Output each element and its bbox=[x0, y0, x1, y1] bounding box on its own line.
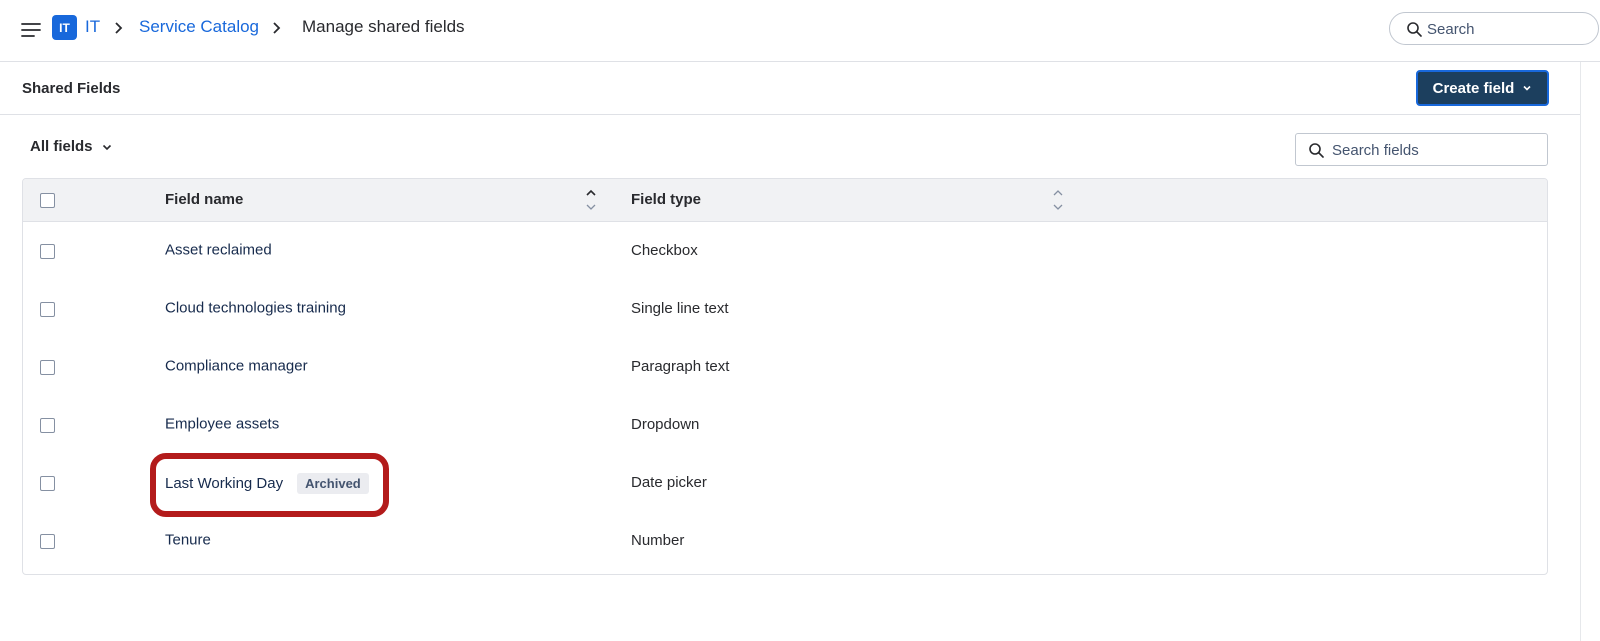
create-field-button[interactable]: Create field bbox=[1416, 70, 1549, 106]
field-name[interactable]: Last Working Day bbox=[165, 475, 283, 492]
column-header-field-type[interactable]: Field type bbox=[631, 191, 701, 208]
search-fields-input[interactable] bbox=[1332, 139, 1532, 161]
field-type-cell: Date picker bbox=[631, 474, 707, 491]
field-filter-dropdown[interactable]: All fields bbox=[30, 138, 113, 155]
table-header: Field name Field type bbox=[23, 179, 1547, 222]
scrollbar-track[interactable] bbox=[1580, 62, 1600, 641]
field-name[interactable]: Tenure bbox=[165, 532, 211, 549]
field-name-cell[interactable]: Compliance manager bbox=[165, 357, 308, 375]
field-name[interactable]: Compliance manager bbox=[165, 358, 308, 375]
field-filter-label: All fields bbox=[30, 138, 93, 155]
row-checkbox[interactable] bbox=[40, 302, 55, 317]
table-row[interactable]: Cloud technologies training Single line … bbox=[23, 280, 1547, 339]
search-fields[interactable] bbox=[1295, 133, 1548, 166]
top-navigation-bar: IT IT Service Catalog Manage shared fiel… bbox=[0, 0, 1600, 62]
field-type-cell: Single line text bbox=[631, 300, 729, 317]
chevron-right-icon bbox=[273, 22, 281, 34]
column-header-field-name[interactable]: Field name bbox=[165, 191, 243, 208]
sort-icon[interactable] bbox=[585, 187, 597, 213]
shared-fields-table: Field name Field type Asset reclaimed Ch… bbox=[22, 178, 1548, 575]
table-row[interactable]: Last Working Day Archived Date picker bbox=[23, 454, 1547, 513]
menu-icon[interactable] bbox=[20, 19, 42, 41]
breadcrumb-current-page: Manage shared fields bbox=[302, 17, 465, 36]
field-name-cell[interactable]: Employee assets bbox=[165, 415, 279, 433]
field-name[interactable]: Employee assets bbox=[165, 416, 279, 433]
field-type-cell: Paragraph text bbox=[631, 358, 730, 375]
field-type-cell: Checkbox bbox=[631, 242, 698, 259]
row-checkbox[interactable] bbox=[40, 534, 55, 549]
row-checkbox[interactable] bbox=[40, 418, 55, 433]
global-search[interactable] bbox=[1389, 12, 1599, 45]
row-checkbox[interactable] bbox=[40, 476, 55, 491]
field-name[interactable]: Asset reclaimed bbox=[165, 242, 272, 259]
field-name-cell[interactable]: Asset reclaimed bbox=[165, 241, 272, 259]
row-checkbox[interactable] bbox=[40, 360, 55, 375]
select-all-checkbox[interactable] bbox=[40, 193, 55, 208]
global-search-input[interactable] bbox=[1427, 18, 1587, 40]
table-row[interactable]: Tenure Number bbox=[23, 512, 1547, 571]
field-name-cell[interactable]: Tenure bbox=[165, 531, 211, 549]
breadcrumb-service-catalog[interactable]: Service Catalog bbox=[139, 17, 259, 37]
create-field-label: Create field bbox=[1432, 79, 1515, 97]
page-title: Shared Fields bbox=[22, 80, 121, 97]
page-header: Shared Fields Create field bbox=[0, 62, 1580, 115]
chevron-down-icon bbox=[102, 144, 111, 150]
field-name-cell[interactable]: Cloud technologies training bbox=[165, 299, 346, 317]
search-icon bbox=[1407, 22, 1422, 37]
project-avatar[interactable]: IT bbox=[52, 15, 77, 40]
chevron-down-icon bbox=[1523, 85, 1531, 91]
table-row[interactable]: Employee assets Dropdown bbox=[23, 396, 1547, 455]
field-type-cell: Dropdown bbox=[631, 416, 700, 433]
table-row[interactable]: Compliance manager Paragraph text bbox=[23, 338, 1547, 397]
sort-icon[interactable] bbox=[1052, 187, 1064, 213]
field-name[interactable]: Cloud technologies training bbox=[165, 300, 346, 317]
row-checkbox[interactable] bbox=[40, 244, 55, 259]
archived-badge: Archived bbox=[297, 473, 369, 494]
search-icon bbox=[1309, 143, 1324, 158]
field-name-cell[interactable]: Last Working Day Archived bbox=[165, 473, 369, 494]
field-type-cell: Number bbox=[631, 532, 685, 549]
chevron-right-icon bbox=[115, 22, 123, 34]
breadcrumb-project[interactable]: IT bbox=[85, 17, 100, 37]
table-row[interactable]: Asset reclaimed Checkbox bbox=[23, 222, 1547, 281]
